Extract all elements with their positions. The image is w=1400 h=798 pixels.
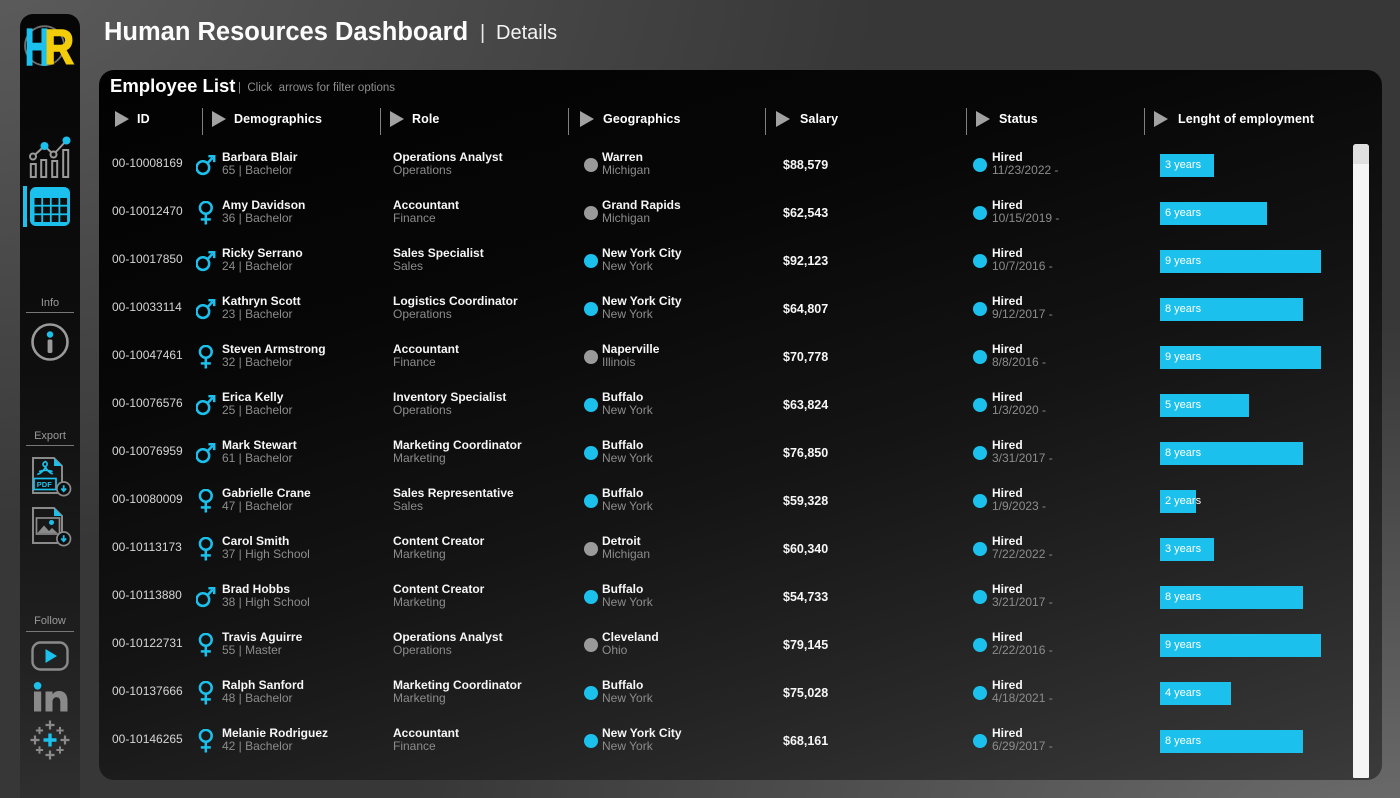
svg-text:PDF: PDF xyxy=(37,480,52,489)
svg-text:R: R xyxy=(45,21,75,70)
